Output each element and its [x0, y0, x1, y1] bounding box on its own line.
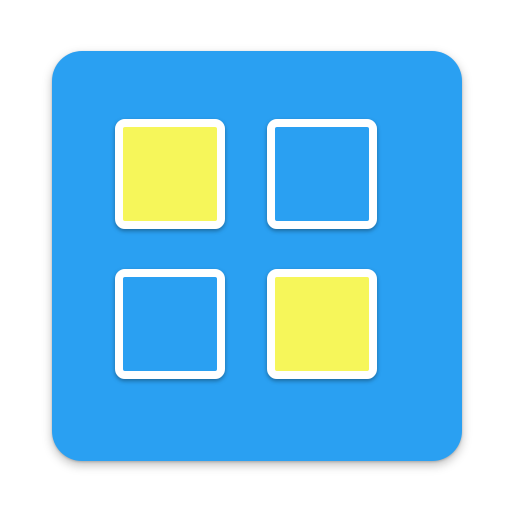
icon-canvas: [0, 0, 512, 512]
tile-bottom-right: [267, 269, 377, 379]
tile-top-right: [267, 119, 377, 229]
grid-tiles-icon[interactable]: [52, 51, 462, 461]
tile-top-left: [115, 119, 225, 229]
tile-bottom-left: [115, 269, 225, 379]
